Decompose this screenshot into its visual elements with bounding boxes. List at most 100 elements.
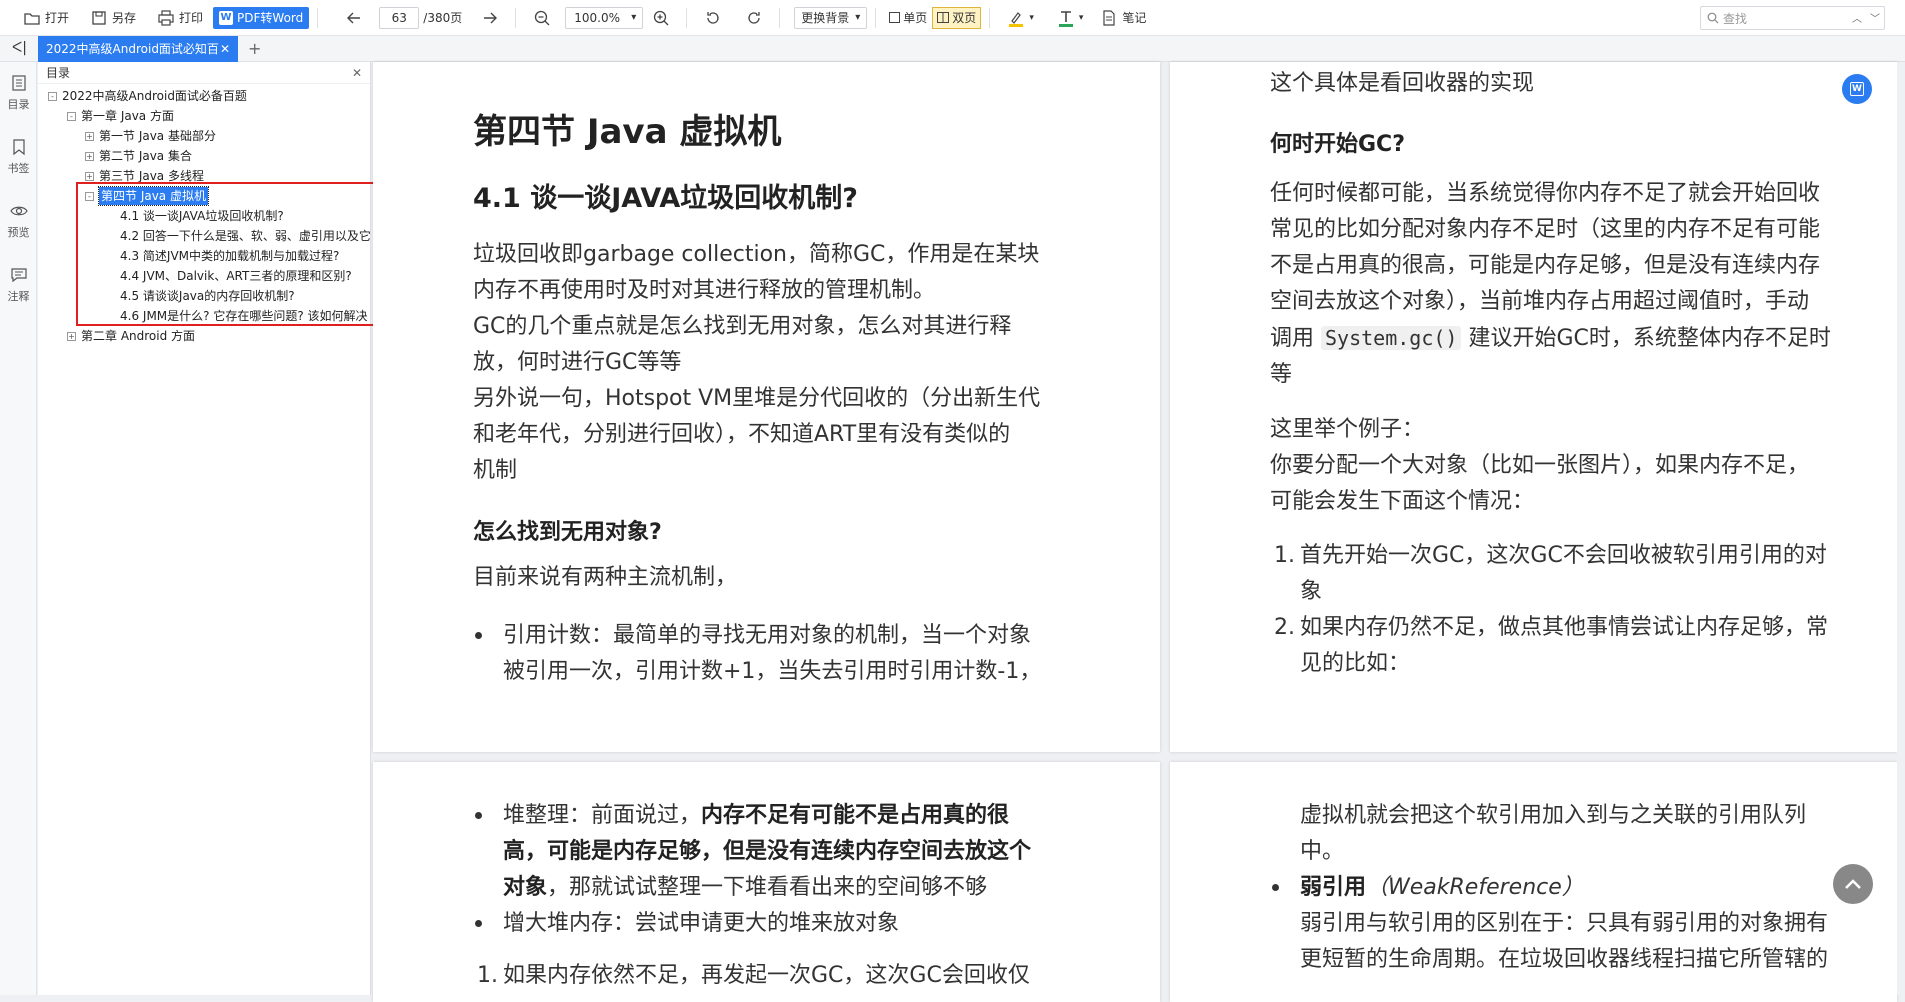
toc-item[interactable]: - 第一章 Java 方面	[67, 107, 174, 125]
numbered-item: 2. 如果内存仍然不足，做点其他事情尝试让内存足够，常 见的比如：	[1274, 615, 1829, 676]
folder-icon	[22, 8, 42, 28]
inline-code: System.gc()	[1321, 326, 1462, 350]
pdf-page: 这个具体是看回收器的实现 何时开始GC? 任何时候都可能，当系统觉得你内存不足了…	[1170, 62, 1897, 752]
toc-item[interactable]: + 第二节 Java 集合	[85, 147, 192, 165]
paragraph: 虚拟机就会把这个软引用加入到与之关联的引用队列 中。	[1300, 803, 1807, 864]
expand-icon[interactable]: +	[67, 331, 76, 341]
tab-document[interactable]: 2022中高级Android面试必知百 ✕	[38, 35, 238, 62]
divider	[515, 7, 517, 28]
word-icon: W	[219, 10, 234, 25]
printer-icon	[156, 8, 176, 28]
search-input[interactable]: 查找 ︿ ﹀	[1700, 6, 1885, 30]
chevron-down-icon: ▾	[1029, 12, 1034, 23]
notes-button[interactable]: 笔记	[1095, 5, 1150, 31]
expand-icon[interactable]: +	[85, 171, 94, 181]
heading: 何时开始GC?	[1270, 132, 1405, 157]
chevron-up-icon	[1845, 879, 1861, 889]
divider	[317, 7, 319, 28]
subsection-heading: 4.1 谈一谈JAVA垃圾回收机制?	[473, 183, 858, 214]
section-title: 第四节 Java 虚拟机	[473, 112, 782, 152]
pdf-to-word-button[interactable]: W PDF转Word	[213, 6, 310, 29]
save-as-button[interactable]: 另存	[85, 5, 140, 31]
scrollbar[interactable]	[1897, 62, 1905, 995]
collapse-sidebar-icon[interactable]: ᐸ|	[12, 40, 27, 56]
zoom-out-button[interactable]	[528, 5, 559, 31]
scroll-to-top-button[interactable]	[1833, 864, 1873, 904]
list-item: 引用计数：最简单的寻找无用对象的机制，当一个对象 被引用一次，引用计数+1，当失…	[475, 618, 1041, 690]
list-item: 增大堆内存：尝试申请更大的堆来放对象	[475, 906, 899, 942]
divider	[989, 7, 991, 28]
toc-icon	[11, 75, 26, 91]
rail-toc[interactable]: 目录	[0, 62, 37, 126]
divider	[875, 7, 877, 28]
save-icon	[89, 8, 109, 28]
chevron-down-icon: ▾	[855, 12, 861, 23]
pdf-page: 堆整理：前面说过，内存不足有可能不是占用真的很 高，可能是内存足够，但是没有连续…	[373, 762, 1160, 1002]
collapse-icon[interactable]: -	[48, 91, 57, 101]
highlighter-icon	[1006, 8, 1026, 28]
comment-icon	[10, 268, 27, 283]
change-background-button[interactable]: 更换背景 ▾	[794, 6, 868, 29]
add-tab-button[interactable]: +	[248, 39, 261, 58]
toc-item[interactable]: + 第一节 Java 基础部分	[85, 127, 216, 145]
rotate-left-button[interactable]	[699, 5, 730, 31]
expand-icon[interactable]: +	[85, 151, 94, 161]
bullet-icon	[475, 920, 482, 927]
page-total: /380页	[423, 11, 463, 25]
note-icon	[1099, 8, 1119, 28]
zoom-in-button[interactable]	[647, 5, 678, 31]
single-page-button[interactable]: 单页	[884, 7, 932, 29]
arrow-left-icon	[344, 8, 364, 28]
double-page-icon	[937, 12, 950, 23]
paragraph: 任何时候都可能，当系统觉得你内存不足了就会开始回收 常见的比如分配对象内存不足时…	[1270, 181, 1831, 387]
chevron-up-icon[interactable]: ︿	[1852, 10, 1862, 25]
print-button[interactable]: 打印	[152, 5, 207, 31]
tab-bar: 2022中高级Android面试必知百 ✕ +	[0, 35, 1905, 62]
pdf-page: 第四节 Java 虚拟机 4.1 谈一谈JAVA垃圾回收机制? 垃圾回收即gar…	[373, 62, 1160, 752]
toc-header: 目录 ✕	[38, 62, 370, 84]
rotate-left-icon	[703, 8, 723, 28]
paragraph: 垃圾回收即garbage collection，简称GC，作用是在某块 内存不再…	[473, 242, 1041, 483]
text-color-button[interactable]: ▾	[1052, 5, 1088, 31]
list-item: 弱引用（WeakReference） 弱引用与软引用的区别在于：只具有弱引用的对…	[1272, 870, 1828, 978]
collapse-icon[interactable]: -	[67, 111, 76, 121]
chevron-down-icon: ▾	[631, 11, 637, 23]
zoom-select[interactable]: 100.0% ▾	[565, 6, 644, 29]
text-color-icon	[1056, 8, 1076, 28]
divider	[779, 7, 781, 28]
paragraph: 目前来说有两种主流机制，	[473, 565, 738, 590]
close-icon[interactable]: ✕	[220, 42, 230, 56]
numbered-item: 1. 首先开始一次GC，这次GC不会回收被软引用引用的对 象	[1274, 543, 1827, 604]
word-convert-float-button[interactable]: W	[1842, 74, 1872, 104]
rail-annotation[interactable]: 注释	[0, 254, 37, 318]
list-item: 堆整理：前面说过，内存不足有可能不是占用真的很 高，可能是内存足够，但是没有连续…	[475, 798, 1143, 906]
page-number-input[interactable]: 63	[379, 6, 420, 29]
eye-icon	[9, 206, 28, 216]
toolbar: 打开 另存 打印 W PDF转Word 63 /380页 100.0% ▾ 更换…	[0, 0, 1905, 36]
chevron-down-icon[interactable]: ﹀	[1870, 10, 1880, 25]
double-page-button[interactable]: 双页	[932, 6, 982, 29]
bookmark-icon	[12, 139, 25, 156]
open-button[interactable]: 打开	[18, 5, 73, 31]
rail-preview[interactable]: 预览	[0, 190, 37, 254]
rail-bookmark[interactable]: 书签	[0, 126, 37, 190]
toc-item[interactable]: + 第二章 Android 方面	[67, 327, 195, 345]
chevron-down-icon: ▾	[1078, 12, 1084, 23]
single-page-icon	[889, 12, 901, 23]
bullet-icon	[475, 632, 482, 639]
rotate-right-button[interactable]	[740, 5, 771, 31]
divider	[686, 7, 688, 28]
zoom-in-icon	[651, 8, 671, 28]
red-highlight-box	[76, 182, 382, 326]
pdf-page: 虚拟机就会把这个软引用加入到与之关联的引用队列 中。 弱引用（WeakRefer…	[1170, 762, 1897, 1002]
expand-icon[interactable]: +	[85, 131, 94, 141]
paragraph: 这个具体是看回收器的实现	[1270, 71, 1535, 96]
toc-item[interactable]: -2022中高级Android面试必备百题	[48, 87, 247, 105]
highlight-button[interactable]: ▾	[1002, 5, 1038, 31]
close-icon[interactable]: ✕	[352, 66, 362, 80]
prev-page-button[interactable]	[340, 5, 371, 31]
bullet-icon	[475, 812, 482, 819]
left-rail: 目录 书签 预览 注释	[0, 62, 37, 995]
next-page-button[interactable]	[476, 5, 507, 31]
numbered-item: 1. 如果内存依然不足，再发起一次GC，这次GC会回收仅	[477, 963, 1030, 988]
